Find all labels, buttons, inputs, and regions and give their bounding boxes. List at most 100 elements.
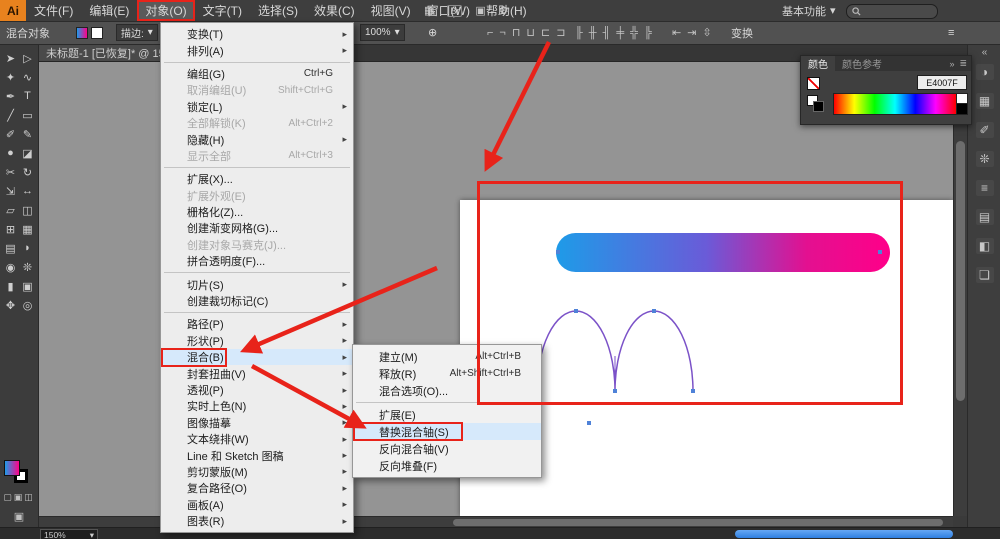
- draw-mode-icons[interactable]: ▢▣◫: [0, 492, 38, 503]
- zoom-level-dropdown[interactable]: 150% ▾: [40, 529, 98, 539]
- menu-view[interactable]: 视图(V): [363, 0, 419, 21]
- menu-type[interactable]: 文字(T): [195, 0, 250, 21]
- eraser-tool-icon[interactable]: ◪: [19, 145, 36, 161]
- menu-item-slice[interactable]: 切片(S)▸: [161, 276, 353, 292]
- menu-edit[interactable]: 编辑(E): [81, 0, 137, 21]
- menu-item-flatten-transparency[interactable]: 拼合透明度(F)...: [161, 253, 353, 269]
- menu-item-expand[interactable]: 扩展(X)...: [161, 171, 353, 187]
- mesh-tool-icon[interactable]: ▦: [19, 221, 36, 237]
- zoom-tool-icon[interactable]: ◎: [19, 297, 36, 313]
- collapse-panel-icon[interactable]: »: [949, 59, 954, 69]
- color-panel-icon[interactable]: ◑: [976, 64, 994, 80]
- menu-item-line-sketch[interactable]: Line 和 Sketch 图稿▸: [161, 447, 353, 463]
- brushes-panel-icon[interactable]: ✐: [976, 122, 994, 138]
- layout-icon[interactable]: ▣: [475, 4, 485, 17]
- line-segment-tool-icon[interactable]: ╱: [2, 107, 19, 123]
- menu-item-perspective[interactable]: 透视(P)▸: [161, 382, 353, 398]
- submenu-item-blend-release[interactable]: 释放(R)Alt+Shift+Ctrl+B: [353, 365, 541, 382]
- align-icons-group[interactable]: ⌐¬⊓⊔⊏⊐: [487, 21, 571, 44]
- stroke-weight-dropdown[interactable]: 描边:▾: [116, 21, 158, 44]
- tab-color[interactable]: 颜色: [801, 56, 835, 71]
- menu-item-rasterize[interactable]: 栅格化(Z)...: [161, 204, 353, 220]
- submenu-item-blend-expand[interactable]: 扩展(E): [353, 406, 541, 423]
- menu-item-graph[interactable]: 图表(R)▸: [161, 513, 353, 529]
- menu-item-hide[interactable]: 隐藏(H)▸: [161, 131, 353, 147]
- menu-item-compound-path[interactable]: 复合路径(O)▸: [161, 480, 353, 496]
- horizontal-scrollbar-thumb[interactable]: [453, 519, 943, 526]
- symbol-sprayer-tool-icon[interactable]: ❊: [19, 259, 36, 275]
- fill-color-chip[interactable]: [4, 460, 20, 476]
- blob-brush-tool-icon[interactable]: ●: [2, 145, 19, 161]
- arrange-documents-icon[interactable]: ⚙: [499, 4, 509, 17]
- free-transform-tool-icon[interactable]: ▱: [2, 202, 19, 218]
- spacing-icons-group[interactable]: ⇤⇥⇳: [672, 21, 718, 44]
- stroke-panel-icon[interactable]: ≡: [976, 180, 994, 196]
- width-tool-icon[interactable]: ↔: [19, 183, 36, 199]
- menu-effect[interactable]: 效果(C): [306, 0, 363, 21]
- submenu-item-replace-spine[interactable]: 替换混合轴(S): [353, 423, 541, 440]
- scissors-tool-icon[interactable]: ✂: [2, 164, 19, 180]
- black-swatch[interactable]: [813, 101, 824, 112]
- fill-stroke-proxy[interactable]: [76, 21, 103, 44]
- none-swatch[interactable]: [807, 77, 820, 90]
- submenu-item-blend-options[interactable]: 混合选项(O)...: [353, 382, 541, 399]
- selection-tool-icon[interactable]: ➤: [2, 50, 19, 66]
- anchor-points[interactable]: [535, 250, 882, 425]
- menu-item-clipping-mask[interactable]: 剪切蒙版(M)▸: [161, 464, 353, 480]
- menu-item-path[interactable]: 路径(P)▸: [161, 316, 353, 332]
- lasso-tool-icon[interactable]: ∿: [19, 69, 36, 85]
- pencil-tool-icon[interactable]: ✎: [19, 126, 36, 142]
- blend-tool-icon[interactable]: ◉: [2, 259, 19, 275]
- menu-item-lock[interactable]: 锁定(L)▸: [161, 99, 353, 115]
- eyedropper-tool-icon[interactable]: ◗: [19, 240, 36, 256]
- panel-menu-icon[interactable]: ≣: [959, 58, 967, 69]
- menu-item-image-trace[interactable]: 图像描摹▸: [161, 415, 353, 431]
- fill-swatch[interactable]: [76, 27, 88, 39]
- scale-tool-icon[interactable]: ⇲: [2, 183, 19, 199]
- rectangle-tool-icon[interactable]: ▭: [19, 107, 36, 123]
- menu-item-live-paint[interactable]: 实时上色(N)▸: [161, 398, 353, 414]
- spectrum-black-swatch[interactable]: [956, 103, 968, 115]
- hand-tool-icon[interactable]: ✥: [2, 297, 19, 313]
- grid-icon[interactable]: ▦: [424, 4, 434, 17]
- app-logo[interactable]: Ai: [0, 0, 26, 21]
- screen-mode-icon[interactable]: ▣: [0, 510, 38, 523]
- menu-item-text-wrap[interactable]: 文本绕排(W)▸: [161, 431, 353, 447]
- menu-item-group[interactable]: 编组(G)Ctrl+G: [161, 66, 353, 82]
- transparency-panel-icon[interactable]: ◧: [976, 238, 994, 254]
- swatches-panel-icon[interactable]: ▦: [976, 93, 994, 109]
- shape-builder-tool-icon[interactable]: ◫: [19, 202, 36, 218]
- distribute-icons-group[interactable]: ╟╫╢╪╬╠: [575, 21, 658, 44]
- artboard-tool-icon[interactable]: ▣: [19, 278, 36, 294]
- type-tool-icon[interactable]: T: [19, 88, 36, 104]
- menu-item-gradient-mesh[interactable]: 创建渐变网格(G)...: [161, 220, 353, 236]
- transform-link[interactable]: 变换: [731, 21, 753, 44]
- vertical-scrollbar-thumb[interactable]: [956, 141, 965, 401]
- color-spectrum-bar[interactable]: [833, 93, 957, 115]
- menu-item-artboards[interactable]: 画板(A)▸: [161, 497, 353, 513]
- document-setup-icon[interactable]: ⊕: [428, 21, 437, 44]
- menu-select[interactable]: 选择(S): [250, 0, 306, 21]
- menu-item-arrange[interactable]: 排列(A)▸: [161, 42, 353, 58]
- menu-item-envelope-distort[interactable]: 封套扭曲(V)▸: [161, 365, 353, 381]
- bridge-icon[interactable]: Br: [447, 5, 462, 17]
- opacity-dropdown[interactable]: 100%▾: [360, 21, 405, 44]
- vertical-scrollbar[interactable]: [953, 61, 968, 516]
- column-graph-tool-icon[interactable]: ▮: [2, 278, 19, 294]
- search-box[interactable]: [846, 4, 938, 19]
- menu-object[interactable]: 对象(O): [137, 0, 194, 21]
- layers-panel-icon[interactable]: ❏: [976, 267, 994, 283]
- menu-item-crop-marks[interactable]: 创建裁切标记(C): [161, 293, 353, 309]
- submenu-item-reverse-front-to-back[interactable]: 反向堆叠(F): [353, 457, 541, 474]
- submenu-item-blend-make[interactable]: 建立(M)Alt+Ctrl+B: [353, 348, 541, 365]
- tab-color-guide[interactable]: 颜色参考: [835, 56, 889, 71]
- gradient-panel-icon[interactable]: ▤: [976, 209, 994, 225]
- symbols-panel-icon[interactable]: ❊: [976, 151, 994, 167]
- paintbrush-tool-icon[interactable]: ✐: [2, 126, 19, 142]
- workspace-switcher[interactable]: 基本功能 ▾: [782, 0, 836, 21]
- direct-selection-tool-icon[interactable]: ▷: [19, 50, 36, 66]
- control-panel-menu-icon[interactable]: ≡: [948, 21, 954, 44]
- menu-item-blend[interactable]: 混合(B)▸: [161, 349, 353, 365]
- search-input[interactable]: [865, 6, 932, 18]
- expand-panels-icon[interactable]: «: [968, 44, 1000, 64]
